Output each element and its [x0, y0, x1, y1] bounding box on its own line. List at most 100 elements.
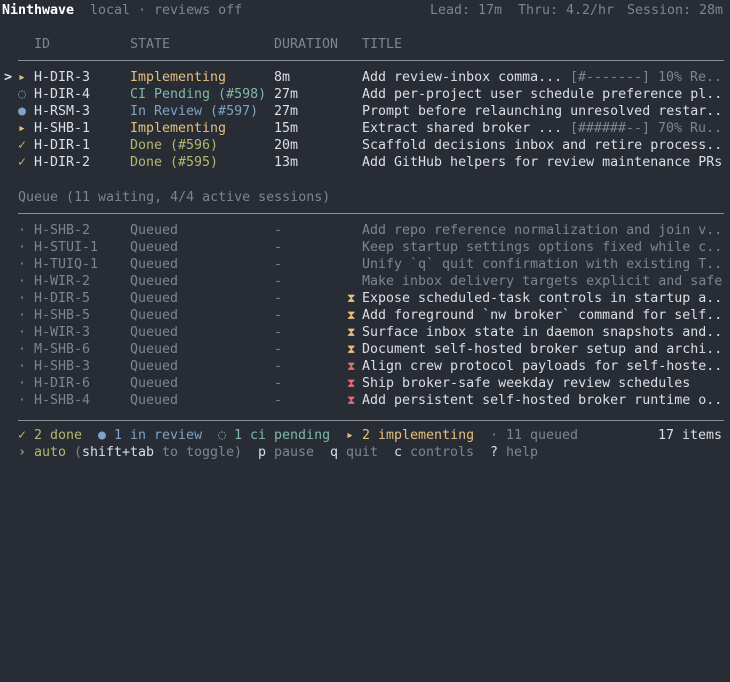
task-title: Prompt before relaunching unresolved res… [362, 104, 723, 119]
task-id: H-RSM-3 [34, 104, 91, 119]
task-row[interactable]: ● H-RSM-3 In Review (#597) 27m Prompt before… [0, 103, 730, 120]
summary-implementing: ▸ 2 implementing [346, 428, 475, 443]
help-key[interactable]: ? [490, 444, 498, 461]
task-id: H-DIR-4 [34, 87, 91, 102]
app-name: Ninthwave [2, 3, 75, 18]
task-duration: - [274, 274, 283, 289]
footer-bar: › auto ( shift+tab to toggle) p pause q … [0, 444, 730, 461]
hourglass-icon: ⧗ [347, 376, 356, 390]
column-id: ID [34, 37, 51, 52]
task-id: H-DIR-6 [34, 376, 91, 391]
task-state: Queued [130, 291, 179, 306]
task-id: H-SHB-5 [34, 308, 91, 323]
task-row[interactable]: ✓ H-DIR-1 Done (#596) 20m Scaffold decisions… [0, 137, 730, 154]
toggle-hint-open: ( [74, 445, 83, 460]
task-state: In Review (#597) [130, 104, 259, 119]
queue-row[interactable]: · H-WIR-3 Queued - ⧗ Surface inbox state in d… [0, 324, 730, 341]
task-title: Surface inbox state in daemon snapshots … [362, 325, 723, 340]
cursor-indicator: > [4, 70, 13, 85]
help-label[interactable]: help [506, 444, 538, 461]
queue-row[interactable]: · H-SHB-5 Queued - ⧗ Add foreground `nw broke… [0, 307, 730, 324]
task-title: Ship broker-safe weekday review schedule… [362, 376, 691, 391]
summary-ci: ◌ 1 ci pending [218, 428, 331, 443]
queued-icon: · [18, 274, 27, 289]
toggle-hint: to toggle) [154, 445, 243, 460]
pause-key[interactable]: p [258, 444, 266, 461]
task-state: Queued [130, 359, 179, 374]
task-id: M-SHB-6 [34, 342, 91, 357]
quit-label[interactable]: quit [346, 444, 378, 461]
summary-items: 17 items [658, 428, 723, 443]
divider [18, 213, 724, 214]
queue-row[interactable]: · H-TUIQ-1 Queued - Unify `q` quit confirmat… [0, 256, 730, 273]
controls-key[interactable]: c [394, 444, 402, 461]
queue-header-text: Queue (11 waiting, 4/4 active sessions) [18, 190, 331, 205]
status-icon: ✓ [18, 138, 27, 153]
task-duration: - [274, 291, 283, 306]
quit-key[interactable]: q [330, 444, 338, 461]
toggle-key: shift+tab [82, 445, 155, 460]
queue-header: Queue (11 waiting, 4/4 active sessions) [0, 189, 730, 206]
hourglass-icon: ⧗ [347, 308, 356, 322]
queue-row[interactable]: · H-STUI-1 Queued - Keep startup settings op… [0, 239, 730, 256]
task-state: Queued [130, 308, 179, 323]
queue-row[interactable]: · H-SHB-3 Queued - ⧗ Align crew protocol payl… [0, 358, 730, 375]
status-icon: ◌ [18, 87, 27, 102]
column-headers: ID STATE DURATION TITLE [0, 36, 730, 53]
summary-review: ● 1 in review [98, 428, 203, 443]
task-state: Queued [130, 240, 179, 255]
queued-icon: · [18, 291, 27, 306]
queued-icon: · [18, 342, 27, 357]
task-title: Add per-project user schedule preference… [362, 87, 723, 102]
task-row[interactable]: ▸ H-SHB-1 Implementing 15m Extract shared br… [0, 120, 730, 137]
task-title: Add persistent self-hosted broker runtim… [362, 393, 723, 408]
task-duration: - [274, 359, 283, 374]
task-id: H-TUIQ-1 [34, 257, 99, 272]
mode-toggle[interactable]: auto [34, 444, 66, 461]
task-state: Queued [130, 223, 179, 238]
task-duration: - [274, 325, 283, 340]
queued-icon: · [18, 257, 27, 272]
queue-row[interactable]: · H-SHB-2 Queued - Add repo reference normal… [0, 222, 730, 239]
task-title: Align crew protocol payloads for self-ho… [362, 359, 723, 374]
status-icon: ▸ [18, 70, 27, 85]
lead-metric: Lead: 17m [430, 3, 503, 18]
task-state: CI Pending (#598) [130, 87, 267, 102]
task-title: Keep startup settings options fixed whil… [362, 240, 723, 255]
session-metric: Session: 28m [627, 3, 724, 18]
queue-row[interactable]: · M-SHB-6 Queued - ⧗ Document self-hosted bro… [0, 341, 730, 358]
progress-note: Re.. [690, 70, 723, 85]
task-duration: - [274, 240, 283, 255]
task-id: H-DIR-2 [34, 155, 91, 170]
hourglass-icon: ⧗ [347, 325, 356, 339]
header-bar: Ninthwave local · reviews off Lead: 17m … [0, 2, 730, 19]
queue-row[interactable]: · H-SHB-4 Queued - ⧗ Add persistent self-host… [0, 392, 730, 409]
controls-label[interactable]: controls [410, 444, 474, 461]
task-row[interactable]: > ▸ H-DIR-3 Implementing 8m Add review-inbox … [0, 69, 730, 86]
column-duration: DURATION [274, 37, 339, 52]
status-icon: ▸ [18, 121, 27, 136]
progress-percent: 10% [658, 70, 683, 85]
task-duration: 8m [274, 70, 291, 85]
task-id: H-SHB-3 [34, 359, 91, 374]
task-duration: - [274, 376, 283, 391]
hourglass-icon: ⧗ [347, 342, 356, 356]
task-state: Queued [130, 393, 179, 408]
queue-row[interactable]: · H-WIR-2 Queued - Make inbox delivery targe… [0, 273, 730, 290]
context-label: local · reviews off [90, 3, 243, 18]
task-duration: - [274, 342, 283, 357]
progress-note: Ru.. [690, 121, 723, 136]
pause-label[interactable]: pause [274, 444, 314, 461]
task-row[interactable]: ✓ H-DIR-2 Done (#595) 13m Add GitHub helpers… [0, 154, 730, 171]
task-id: H-STUI-1 [34, 240, 99, 255]
hourglass-icon: ⧗ [347, 359, 356, 373]
queued-icon: · [18, 240, 27, 255]
queue-row[interactable]: · H-DIR-6 Queued - ⧗ Ship broker-safe weekday… [0, 375, 730, 392]
summary-bar: ✓ 2 done ● 1 in review ◌ 1 ci pending ▸ … [0, 427, 730, 444]
task-duration: - [274, 223, 283, 238]
queued-icon: · [18, 359, 27, 374]
queue-row[interactable]: · H-DIR-5 Queued - ⧗ Expose scheduled-task co… [0, 290, 730, 307]
task-row[interactable]: ◌ H-DIR-4 CI Pending (#598) 27m Add per-proj… [0, 86, 730, 103]
divider [18, 60, 724, 61]
task-state: Implementing [130, 70, 227, 85]
